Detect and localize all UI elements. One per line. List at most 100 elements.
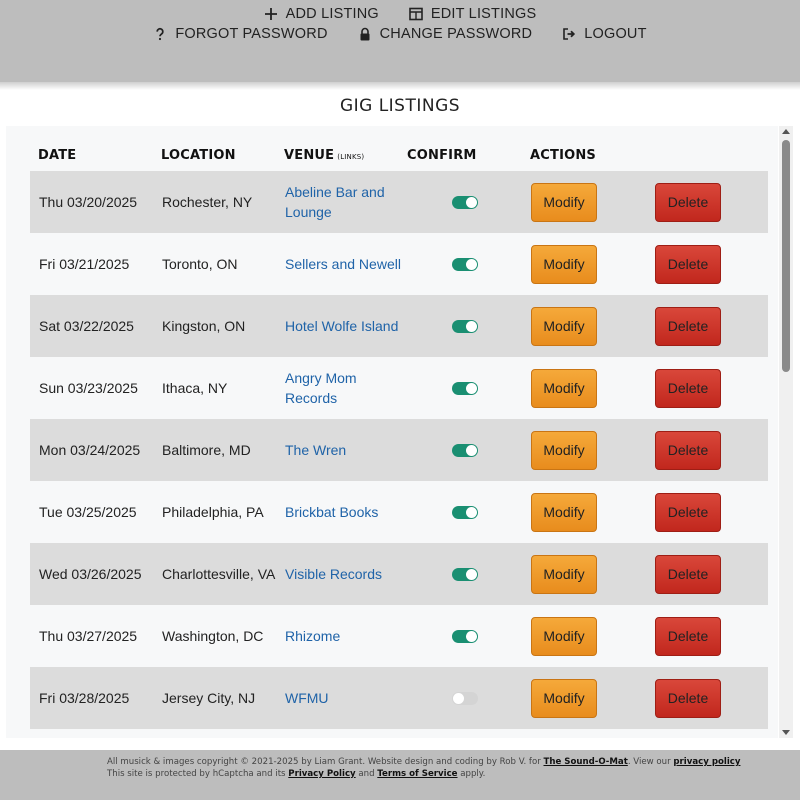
modify-button[interactable]: Modify (531, 616, 597, 656)
footer-hcaptcha-text: This site is protected by hCaptcha and i… (107, 769, 289, 779)
footer-copyright-text: All musick & images copyright © 2021-202… (107, 757, 544, 767)
row-location: Philadelphia, PA (162, 504, 264, 520)
table-row: Sun 03/23/2025 Ithaca, NY Angry Mom Record… (30, 357, 768, 419)
modify-button[interactable]: Modify (531, 306, 597, 346)
footer-line-copyright: All musick & images copyright © 2021-202… (107, 756, 787, 768)
toggle-knob (466, 630, 477, 642)
terms-of-service-link[interactable]: Terms of Service (377, 769, 457, 779)
table-row: Tue 03/25/2025 Philadelphia, PA Brickbat B… (30, 481, 768, 543)
delete-button[interactable]: Delete (655, 244, 721, 284)
delete-button[interactable]: Delete (655, 430, 721, 470)
confirm-toggle[interactable] (452, 691, 478, 705)
add-listing-link[interactable]: ADD LISTING (264, 6, 379, 22)
logout-label: LOGOUT (584, 26, 647, 42)
modify-button[interactable]: Modify (531, 678, 597, 718)
row-venue-link[interactable]: Abeline Bar and Lounge (285, 171, 405, 233)
row-venue-link[interactable]: Hotel Wolfe Island (285, 295, 405, 357)
row-delete-cell: Delete (655, 295, 721, 357)
row-delete-cell: Delete (655, 419, 721, 481)
confirm-toggle[interactable] (452, 567, 478, 581)
row-venue-link[interactable]: Sellers and Newell (285, 233, 405, 295)
row-delete-cell: Delete (655, 357, 721, 419)
table-scrollbar[interactable] (779, 126, 793, 738)
row-delete-cell: Delete (655, 605, 721, 667)
hcaptcha-privacy-link[interactable]: Privacy Policy (288, 769, 355, 779)
toggle-knob (466, 196, 477, 208)
modify-button[interactable]: Modify (531, 182, 597, 222)
header-shadow (0, 82, 800, 90)
row-location: Baltimore, MD (162, 442, 251, 458)
row-modify-cell: Modify (531, 605, 597, 667)
row-confirm-cell (452, 295, 482, 357)
footer: All musick & images copyright © 2021-202… (0, 750, 800, 800)
confirm-toggle[interactable] (452, 195, 478, 209)
row-confirm-cell (452, 605, 482, 667)
sound-o-mat-link[interactable]: The Sound-O-Mat (543, 757, 627, 767)
row-date: Thu 03/20/2025 (39, 194, 138, 210)
row-modify-cell: Modify (531, 295, 597, 357)
logout-link[interactable]: LOGOUT (562, 26, 646, 42)
delete-button[interactable]: Delete (655, 554, 721, 594)
toggle-knob (466, 444, 477, 456)
row-modify-cell: Modify (531, 171, 597, 233)
row-modify-cell: Modify (531, 481, 597, 543)
row-delete-cell: Delete (655, 481, 721, 543)
modify-button[interactable]: Modify (531, 430, 597, 470)
row-modify-cell: Modify (531, 667, 597, 729)
row-date: Tue 03/25/2025 (39, 504, 137, 520)
modify-button[interactable]: Modify (531, 368, 597, 408)
delete-button[interactable]: Delete (655, 368, 721, 408)
col-header-venue-note: (LINKS) (337, 153, 365, 161)
footer-and-text: and (355, 769, 378, 779)
table-row: Sat 03/22/2025 Kingston, ON Hotel Wolfe Is… (30, 295, 768, 357)
gig-listings-table: DATE LOCATION VENUE (LINKS) CONFIRM ACTIO… (6, 126, 778, 738)
toggle-knob (466, 320, 477, 332)
scroll-up-arrow-icon[interactable] (782, 129, 790, 134)
row-venue-link[interactable]: The Wren (285, 419, 405, 481)
confirm-toggle[interactable] (452, 505, 478, 519)
forgot-password-label: FORGOT PASSWORD (175, 26, 328, 42)
row-confirm-cell (452, 357, 482, 419)
row-venue-link[interactable]: WFMU (285, 667, 405, 729)
change-password-link[interactable]: CHANGE PASSWORD (358, 26, 533, 42)
row-date: Fri 03/28/2025 (39, 690, 130, 706)
modify-button[interactable]: Modify (531, 492, 597, 532)
toggle-knob (453, 692, 464, 704)
confirm-toggle[interactable] (452, 381, 478, 395)
row-modify-cell: Modify (531, 543, 597, 605)
delete-button[interactable]: Delete (655, 616, 721, 656)
row-venue-link[interactable]: Rhizome (285, 605, 405, 667)
row-location: Washington, DC (162, 628, 264, 644)
lock-icon (360, 27, 370, 41)
privacy-policy-link[interactable]: privacy policy (673, 757, 740, 767)
delete-button[interactable]: Delete (655, 306, 721, 346)
delete-button[interactable]: Delete (655, 678, 721, 718)
nav-row-secondary: FORGOT PASSWORD CHANGE PASSWORD LOGOUT (0, 26, 800, 42)
logout-icon (563, 28, 576, 40)
add-listing-label: ADD LISTING (285, 6, 379, 22)
confirm-toggle[interactable] (452, 319, 478, 333)
row-delete-cell: Delete (655, 233, 721, 295)
table-row: Thu 03/27/2025 Washington, DC Rhizome Modif… (30, 605, 768, 667)
scroll-down-arrow-icon[interactable] (782, 730, 790, 735)
confirm-toggle[interactable] (452, 443, 478, 457)
table-row: Fri 03/28/2025 Jersey City, NJ WFMU Modify D… (30, 667, 768, 729)
col-header-actions: ACTIONS (530, 148, 597, 163)
footer-line-hcaptcha: This site is protected by hCaptcha and i… (107, 768, 787, 780)
forgot-password-link[interactable]: FORGOT PASSWORD (153, 26, 327, 42)
toggle-knob (466, 506, 477, 518)
row-date: Thu 03/27/2025 (39, 628, 138, 644)
modify-button[interactable]: Modify (531, 244, 597, 284)
row-venue-link[interactable]: Brickbat Books (285, 481, 405, 543)
row-venue-link[interactable]: Visible Records (285, 543, 405, 605)
row-venue-link[interactable]: Angry Mom Records (285, 357, 405, 419)
confirm-toggle[interactable] (452, 629, 478, 643)
delete-button[interactable]: Delete (655, 182, 721, 222)
confirm-toggle[interactable] (452, 257, 478, 271)
row-location: Toronto, ON (162, 256, 238, 272)
scrollbar-thumb[interactable] (782, 140, 790, 372)
edit-listings-link[interactable]: EDIT LISTINGS (409, 6, 536, 22)
modify-button[interactable]: Modify (531, 554, 597, 594)
page-title: GIG LISTINGS (339, 96, 461, 116)
delete-button[interactable]: Delete (655, 492, 721, 532)
